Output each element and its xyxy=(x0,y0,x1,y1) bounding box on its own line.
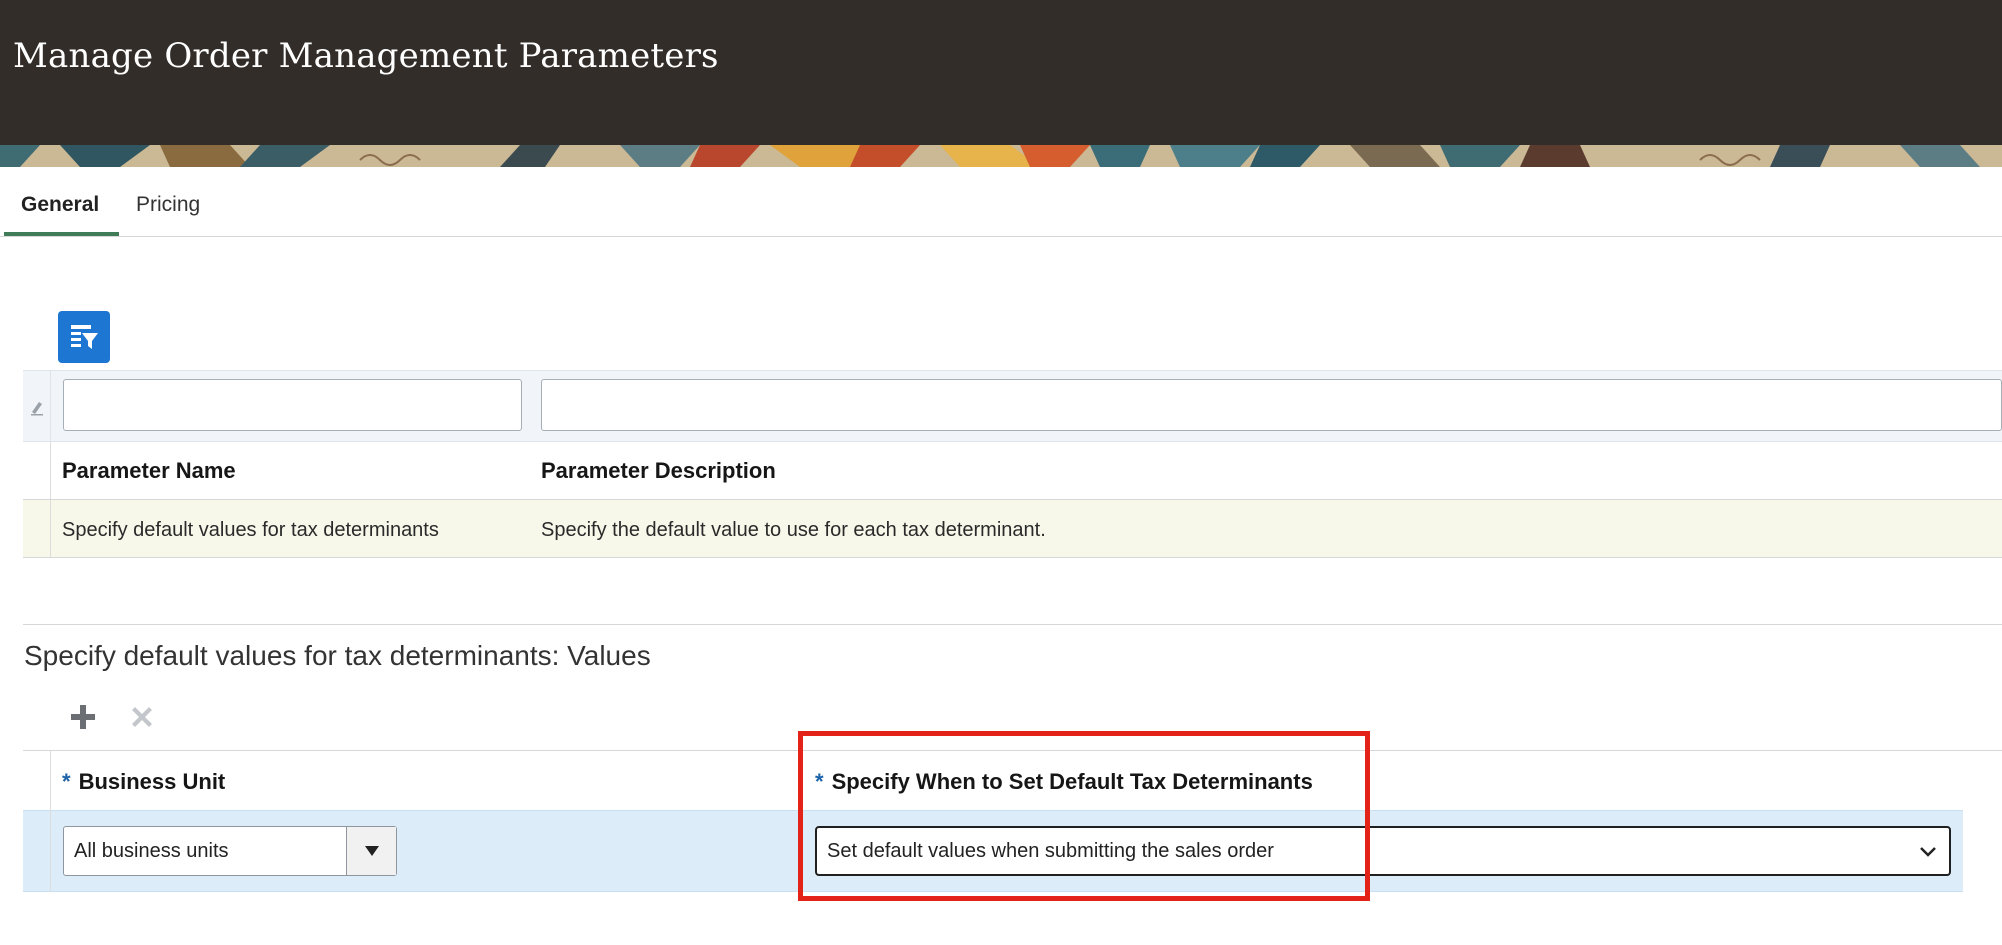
column-header-parameter-name[interactable]: Parameter Name xyxy=(62,458,236,484)
column-header-business-unit[interactable]: * Business Unit xyxy=(62,769,225,795)
close-icon xyxy=(132,707,152,727)
column-header-when-to-set-label: Specify When to Set Default Tax Determin… xyxy=(831,769,1313,794)
parameter-description-filter-input[interactable] xyxy=(541,379,2002,431)
tab-bar: General Pricing xyxy=(0,167,2002,237)
required-marker: * xyxy=(62,769,71,794)
query-by-example-icon xyxy=(71,325,98,349)
add-row-button[interactable] xyxy=(66,700,100,734)
plus-icon xyxy=(71,705,95,729)
delete-row-button[interactable] xyxy=(125,700,159,734)
page-title: Manage Order Management Parameters xyxy=(13,36,719,76)
parameters-table-header: Parameter Name Parameter Description xyxy=(23,442,2002,500)
values-table-header: * Business Unit * Specify When to Set Defa… xyxy=(23,750,2002,810)
when-to-set-value: Set default values when submitting the s… xyxy=(827,840,1274,862)
business-unit-combobox[interactable]: All business units xyxy=(63,826,397,876)
required-marker: * xyxy=(815,769,824,794)
tab-pricing[interactable]: Pricing xyxy=(136,193,200,217)
business-unit-value: All business units xyxy=(74,840,229,862)
clear-filter-icon[interactable] xyxy=(23,371,51,443)
column-header-parameter-description[interactable]: Parameter Description xyxy=(541,458,776,484)
chevron-down-icon xyxy=(1920,847,1936,857)
when-to-set-select[interactable]: Set default values when submitting the s… xyxy=(815,826,1951,876)
parameter-name-cell: Specify default values for tax determina… xyxy=(62,519,439,541)
app-header: Manage Order Management Parameters xyxy=(0,0,2002,145)
section-title: Specify default values for tax determina… xyxy=(24,640,651,671)
query-by-example-row xyxy=(23,370,2002,443)
column-header-when-to-set[interactable]: * Specify When to Set Default Tax Determi… xyxy=(815,769,1313,795)
column-header-business-unit-label: Business Unit xyxy=(78,769,226,794)
parameter-description-cell: Specify the default value to use for eac… xyxy=(541,519,1046,541)
parameter-name-filter-input[interactable] xyxy=(63,379,522,431)
table-row[interactable]: Specify default values for tax determina… xyxy=(23,500,2002,558)
tab-general[interactable]: General xyxy=(21,193,99,217)
decorative-banner xyxy=(0,145,2002,167)
query-by-example-button[interactable] xyxy=(58,311,110,363)
business-unit-dropdown-button[interactable] xyxy=(346,827,396,875)
caret-down-icon xyxy=(364,846,379,856)
active-tab-indicator xyxy=(4,232,119,236)
section-divider xyxy=(23,624,2002,625)
table-row[interactable]: All business units Set default values wh… xyxy=(23,810,1963,892)
